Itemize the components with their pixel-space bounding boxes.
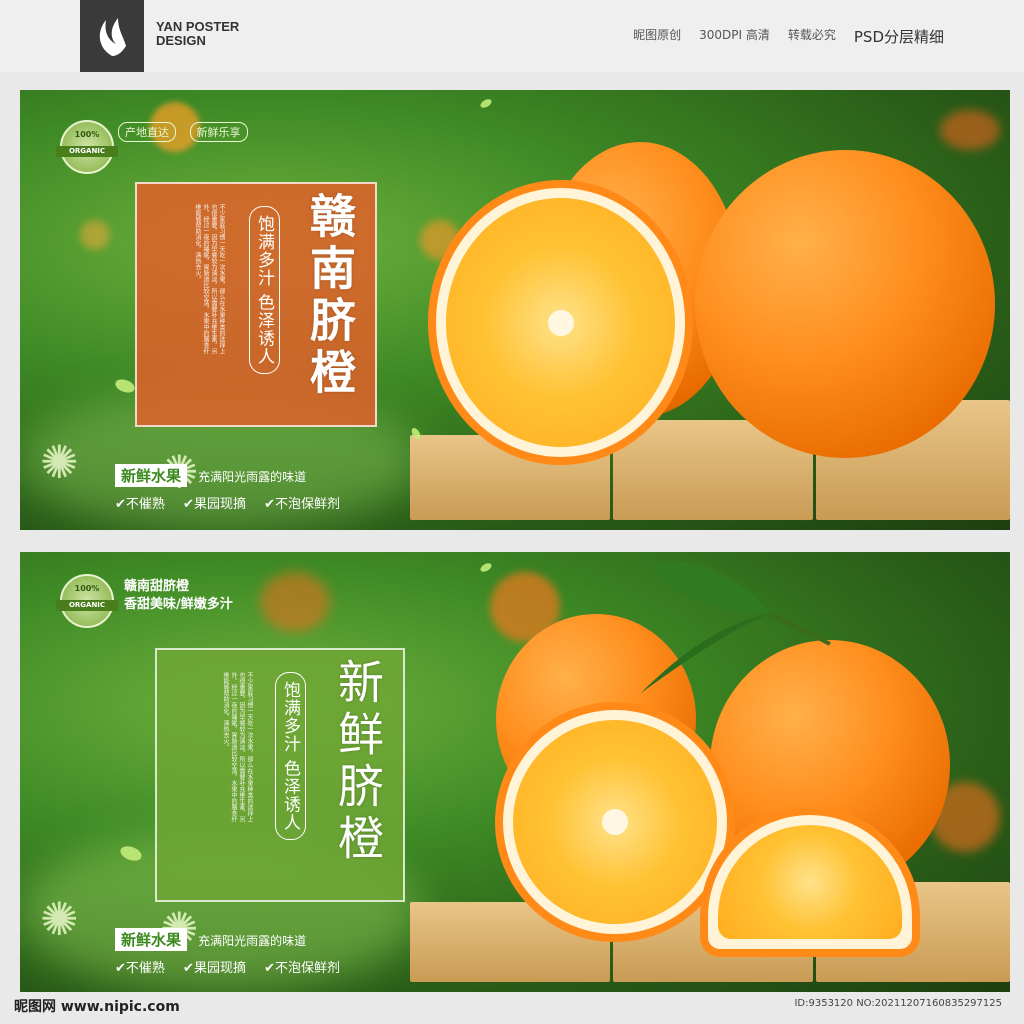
tagline: 饱满多汁 色泽诱人 [249, 206, 280, 375]
logo [80, 0, 144, 72]
banner-1: 100% ORGANIC 产地直达 新鲜乐享 不少家庭习惯一天吃一次水果，那么在… [20, 90, 1010, 530]
slogan-line1: 赣南甜脐橙 [124, 579, 190, 594]
top-tags: 产地直达 新鲜乐享 [118, 122, 258, 142]
tag-direct: 产地直达 [118, 122, 176, 142]
main-title: 赣南脐橙 [303, 192, 357, 400]
feature-checks: ✔不催熟 ✔果园现摘 ✔不泡保鲜剂 [115, 957, 354, 976]
fresh-row: 新鲜水果 充满阳光雨露的味道 ✔不催熟 ✔果园现摘 ✔不泡保鲜剂 [115, 464, 354, 512]
organic-badge: 100% ORGANIC [56, 574, 118, 628]
info-panel: 不少家庭习惯一天吃一次水果，那么在水果种类的选择上也很重要，因为早餐较为清淡，所… [155, 648, 405, 902]
link-psd: PSD分层精细 [853, 28, 944, 46]
check-item: ✔果园现摘 [183, 961, 246, 976]
brand-name: YAN POSTER DESIGN [156, 19, 240, 48]
fresh-tag: 新鲜水果 [115, 464, 188, 487]
palm-decoration: ✺ [40, 892, 79, 946]
check-item: ✔不泡保鲜剂 [264, 497, 340, 512]
organic-badge: 100% ORGANIC [56, 120, 118, 174]
check-item: ✔不催熟 [115, 961, 165, 976]
image-id: ID:9353120 NO:20211207160835297125 [794, 998, 1002, 1009]
top-links: 昵图原创 300DPI 高清 转载必究 PSD分层精细 [633, 26, 944, 47]
check-item: ✔不催熟 [115, 497, 165, 512]
palm-decoration: ✺ [40, 435, 79, 489]
orange-whole [695, 150, 995, 458]
fresh-tag: 新鲜水果 [115, 928, 188, 951]
feature-checks: ✔不催熟 ✔果园现摘 ✔不泡保鲜剂 [115, 493, 354, 512]
main-title: 新鲜脐橙 [331, 658, 385, 866]
orange-leaves-icon [640, 561, 831, 694]
slogan-line2: 香甜美味/鲜嫩多汁 [124, 597, 233, 612]
fresh-row: 新鲜水果 充满阳光雨露的味道 ✔不催熟 ✔果园现摘 ✔不泡保鲜剂 [115, 928, 354, 976]
description-text: 不少家庭习惯一天吃一次水果，那么在水果种类的选择上也很重要，因为早餐较为清淡，所… [194, 204, 225, 354]
link-dpi: 300DPI 高清 [699, 28, 770, 42]
banner-2: 100% ORGANIC 赣南甜脐橙 香甜美味/鲜嫩多汁 不少家庭习惯一天吃一次… [20, 552, 1010, 992]
orange-half [428, 180, 693, 465]
check-item: ✔不泡保鲜剂 [264, 961, 340, 976]
tagline: 饱满多汁 色泽诱人 [275, 672, 306, 841]
link-original: 昵图原创 [633, 28, 682, 42]
fresh-subtitle: 充满阳光雨露的味道 [198, 934, 307, 948]
slogan: 赣南甜脐橙 香甜美味/鲜嫩多汁 [124, 578, 233, 614]
info-panel: 不少家庭习惯一天吃一次水果，那么在水果种类的选择上也很重要，因为早餐较为清淡，所… [135, 182, 377, 427]
bokeh-orange [80, 220, 110, 250]
bokeh-orange [940, 110, 1000, 150]
bokeh-orange [260, 572, 330, 632]
tag-fresh: 新鲜乐享 [189, 122, 248, 142]
link-copyright: 转载必究 [787, 28, 836, 42]
top-bar: YAN POSTER DESIGN 昵图原创 300DPI 高清 转载必究 PS… [0, 0, 1024, 72]
orange-half [495, 702, 735, 942]
site-watermark: 昵图网 www.nipic.com [14, 999, 180, 1015]
fresh-subtitle: 充满阳光雨露的味道 [198, 470, 307, 484]
check-item: ✔果园现摘 [183, 497, 246, 512]
wing-logo-icon [99, 18, 126, 56]
description-text: 不少家庭习惯一天吃一次水果，那么在水果种类的选择上也很重要，因为早餐较为清淡，所… [222, 672, 253, 822]
